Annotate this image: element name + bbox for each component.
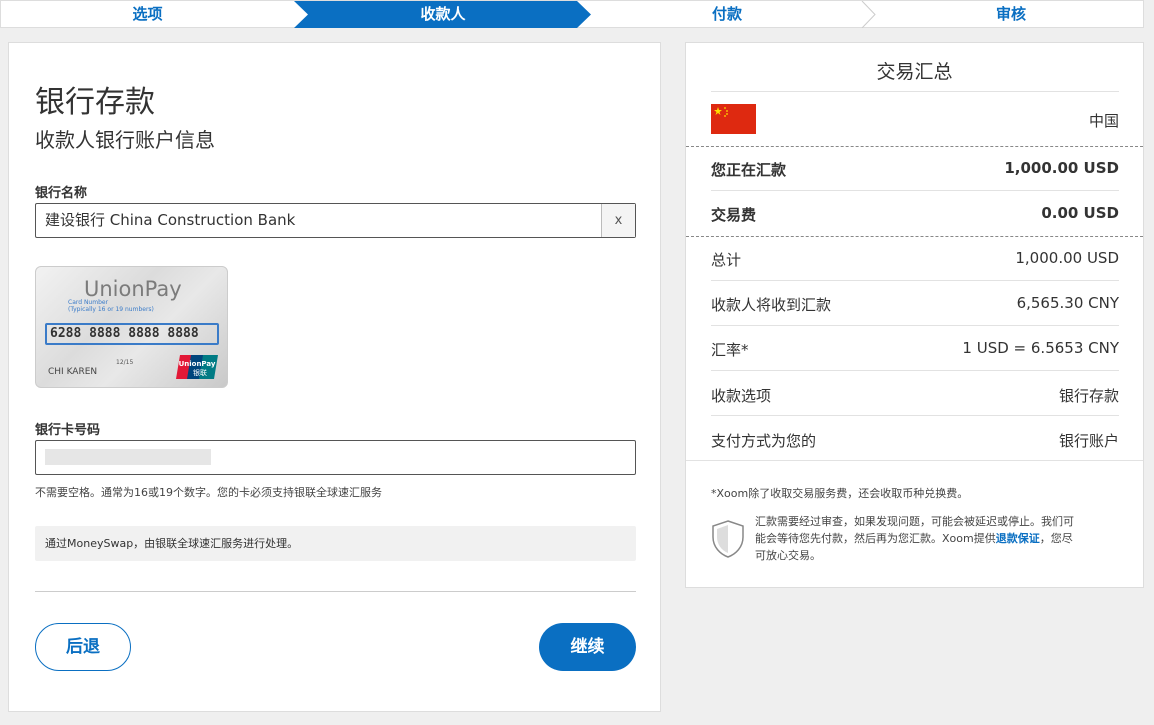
clear-bank-button[interactable]: x xyxy=(601,204,635,237)
divider xyxy=(711,370,1119,371)
transaction-summary-panel: 交易汇总 中国 您正在汇款 1,000.00 USD 交易费 0.00 USD … xyxy=(685,42,1144,588)
step-recipient: 收款人 xyxy=(420,5,466,23)
info-text: 通过MoneySwap，由银联全球速汇服务进行处理。 xyxy=(45,537,299,550)
divider xyxy=(711,280,1119,281)
divider xyxy=(711,415,1119,416)
unionpay-card-example: UnionPay Card Number (Typically 16 or 19… xyxy=(35,266,228,388)
page-title: 银行存款 xyxy=(35,85,155,120)
country-name: 中国 xyxy=(1088,112,1119,130)
china-flag-icon xyxy=(711,104,756,134)
unionpay-logo-icon: UnionPay 银联 xyxy=(176,355,218,379)
svg-text:UnionPay: UnionPay xyxy=(179,360,216,368)
masked-value xyxy=(45,449,211,465)
fee-footnote: *Xoom除了收取交易服务费，还会收取币种兑换费。 xyxy=(711,487,969,500)
svg-text:银联: 银联 xyxy=(193,368,207,377)
divider xyxy=(686,146,1143,147)
page-subtitle: 收款人银行账户信息 xyxy=(35,128,215,152)
card-example-number: 6288 8888 8888 8888 xyxy=(50,326,199,341)
continue-button[interactable]: 继续 xyxy=(539,623,636,671)
card-number-hint: Card Number (Typically 16 or 19 numbers) xyxy=(68,299,154,313)
step-payment: 付款 xyxy=(711,5,742,23)
divider xyxy=(711,325,1119,326)
divider xyxy=(35,591,636,592)
summary-title: 交易汇总 xyxy=(876,61,953,83)
divider xyxy=(711,190,1119,191)
refund-guarantee-link[interactable]: 退款保证 xyxy=(996,532,1040,545)
back-button[interactable]: 后退 xyxy=(35,623,131,671)
refund-guarantee-text: 汇款需要经过审查，如果发现问题，可能会被延迟或停止。我们可能会等待您先付款，然后… xyxy=(755,515,1074,562)
card-holder-name: CHI KAREN xyxy=(48,367,98,377)
bank-name-field[interactable]: 建设银行 China Construction Bank x xyxy=(35,203,636,238)
card-valid-date: 12/15 xyxy=(116,359,134,366)
bank-name-value: 建设银行 China Construction Bank xyxy=(45,211,296,229)
step-review: 审核 xyxy=(995,5,1026,23)
bank-name-label: 银行名称 xyxy=(35,186,88,201)
recipient-form-panel: 银行存款 收款人银行账户信息 银行名称 建设银行 China Construct… xyxy=(8,42,661,712)
card-number-label: 银行卡号码 xyxy=(35,423,101,438)
card-number-hint-text: 不需要空格。通常为16或19个数字。您的卡必须支持银联全球速汇服务 xyxy=(35,486,382,499)
divider xyxy=(711,91,1119,92)
card-number-field[interactable] xyxy=(35,440,636,475)
card-brand: UnionPay xyxy=(84,277,182,301)
step-chevron-icon xyxy=(861,1,876,28)
shield-icon xyxy=(712,520,744,558)
divider xyxy=(686,236,1143,237)
info-notice: 通过MoneySwap，由银联全球速汇服务进行处理。 xyxy=(35,526,636,561)
progress-stepper: 选项 收款人 付款 审核 xyxy=(0,0,1144,28)
step-options[interactable]: 选项 xyxy=(1,1,294,28)
divider xyxy=(686,460,1143,461)
